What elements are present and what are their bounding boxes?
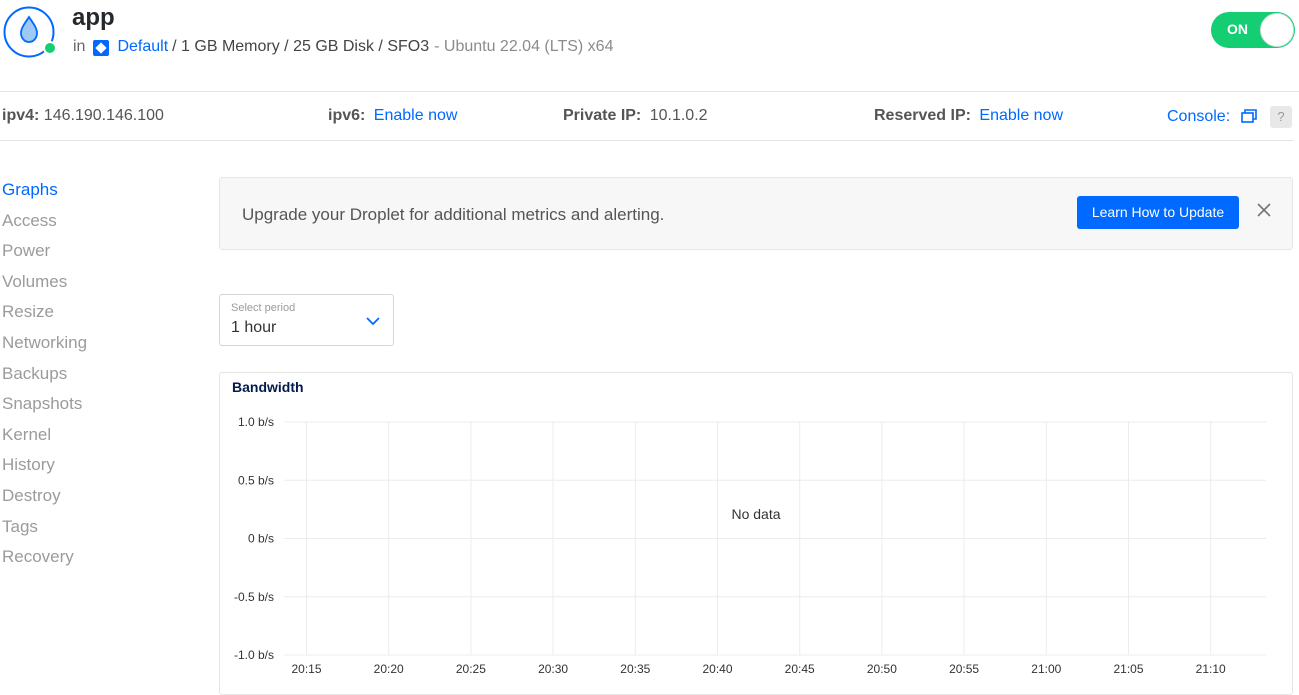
- console-label: Console:: [1167, 108, 1231, 125]
- toggle-knob: [1260, 13, 1294, 47]
- period-select[interactable]: Select period 1 hour: [219, 294, 394, 346]
- ip-bar: ipv4: 146.190.146.100 ipv6: Enable now P…: [0, 92, 1294, 141]
- ipv6-item: ipv6: Enable now: [328, 107, 457, 125]
- chevron-down-icon: [366, 317, 380, 326]
- x-tick-label: 20:55: [949, 662, 979, 676]
- private-ip-item: Private IP: 10.1.0.2: [563, 107, 708, 125]
- external-window-icon: [1240, 109, 1257, 123]
- droplet-icon: [3, 6, 57, 58]
- sidebar-item-backups[interactable]: Backups: [2, 364, 87, 395]
- learn-how-to-update-button[interactable]: Learn How to Update: [1077, 196, 1239, 229]
- sidebar-item-volumes[interactable]: Volumes: [2, 272, 87, 303]
- y-tick-label: -0.5 b/s: [234, 590, 274, 604]
- sidebar-item-tags[interactable]: Tags: [2, 517, 87, 548]
- droplet-os: - Ubuntu 22.04 (LTS) x64: [434, 38, 614, 55]
- reserved-ip-item: Reserved IP: Enable now: [874, 107, 1063, 125]
- project-link[interactable]: Default: [117, 38, 168, 56]
- no-data-label: No data: [731, 506, 780, 522]
- x-tick-label: 20:35: [620, 662, 650, 676]
- power-toggle[interactable]: ON: [1211, 12, 1295, 48]
- console-link[interactable]: Console:: [1167, 107, 1257, 126]
- droplet-subline: in Default / 1 GB Memory / 25 GB Disk / …: [73, 38, 613, 56]
- sidebar-item-resize[interactable]: Resize: [2, 302, 87, 333]
- ipv6-enable-link[interactable]: Enable now: [374, 107, 458, 124]
- period-select-value: 1 hour: [231, 319, 277, 336]
- ipv4-label: ipv4:: [2, 107, 40, 124]
- bandwidth-chart: 1.0 b/s 0.5 b/s 0 b/s -0.5 b/s -1.0 b/s 20:15…: [234, 415, 1266, 676]
- upgrade-banner: Upgrade your Droplet for additional metr…: [219, 177, 1293, 250]
- sidebar-item-history[interactable]: History: [2, 455, 87, 486]
- sidebar-item-snapshots[interactable]: Snapshots: [2, 394, 87, 425]
- x-tick-label: 20:50: [867, 662, 897, 676]
- x-tick-label: 21:05: [1113, 662, 1143, 676]
- droplet-header: app in Default / 1 GB Memory / 25 GB Dis…: [0, 0, 1299, 92]
- sidebar-item-graphs[interactable]: Graphs: [2, 180, 87, 211]
- banner-text: Upgrade your Droplet for additional metr…: [242, 205, 665, 224]
- y-tick-label: -1.0 b/s: [234, 648, 274, 662]
- x-tick-label: 21:00: [1031, 662, 1061, 676]
- period-select-label: Select period: [231, 302, 296, 314]
- droplet-name: app: [72, 4, 115, 31]
- y-tick-label: 1.0 b/s: [238, 415, 274, 429]
- y-tick-label: 0 b/s: [248, 532, 274, 546]
- sidebar-item-power[interactable]: Power: [2, 241, 87, 272]
- ipv4-item: ipv4: 146.190.146.100: [2, 107, 164, 125]
- x-tick-label: 21:10: [1196, 662, 1226, 676]
- ipv6-label: ipv6:: [328, 107, 366, 124]
- ipv4-value[interactable]: 146.190.146.100: [44, 107, 164, 124]
- x-tick-label: 20:20: [374, 662, 404, 676]
- bandwidth-panel: 1.0 b/s 0.5 b/s 0 b/s -0.5 b/s -1.0 b/s 20:15…: [219, 372, 1293, 695]
- x-tick-label: 20:30: [538, 662, 568, 676]
- droplet-sidebar: Graphs Access Power Volumes Resize Netwo…: [2, 180, 87, 578]
- y-tick-label: 0.5 b/s: [238, 473, 274, 487]
- help-button[interactable]: ?: [1270, 106, 1292, 128]
- x-tick-label: 20:45: [785, 662, 815, 676]
- sidebar-item-kernel[interactable]: Kernel: [2, 425, 87, 456]
- reserved-ip-label: Reserved IP:: [874, 107, 971, 124]
- project-icon: [93, 40, 110, 56]
- sidebar-item-access[interactable]: Access: [2, 211, 87, 242]
- droplet-specs: / 1 GB Memory / 25 GB Disk / SFO3: [172, 38, 430, 55]
- reserved-ip-enable-link[interactable]: Enable now: [979, 107, 1063, 124]
- chart-title: Bandwidth: [232, 379, 304, 395]
- x-tick-label: 20:15: [291, 662, 321, 676]
- x-tick-label: 20:40: [702, 662, 732, 676]
- private-ip-label: Private IP:: [563, 107, 642, 124]
- private-ip-value[interactable]: 10.1.0.2: [650, 107, 708, 124]
- power-toggle-label: ON: [1227, 21, 1248, 37]
- sidebar-item-destroy[interactable]: Destroy: [2, 486, 87, 517]
- close-icon[interactable]: [1256, 202, 1272, 218]
- in-label: in: [73, 38, 86, 55]
- sidebar-item-networking[interactable]: Networking: [2, 333, 87, 364]
- sidebar-item-recovery[interactable]: Recovery: [2, 547, 87, 578]
- x-tick-label: 20:25: [456, 662, 486, 676]
